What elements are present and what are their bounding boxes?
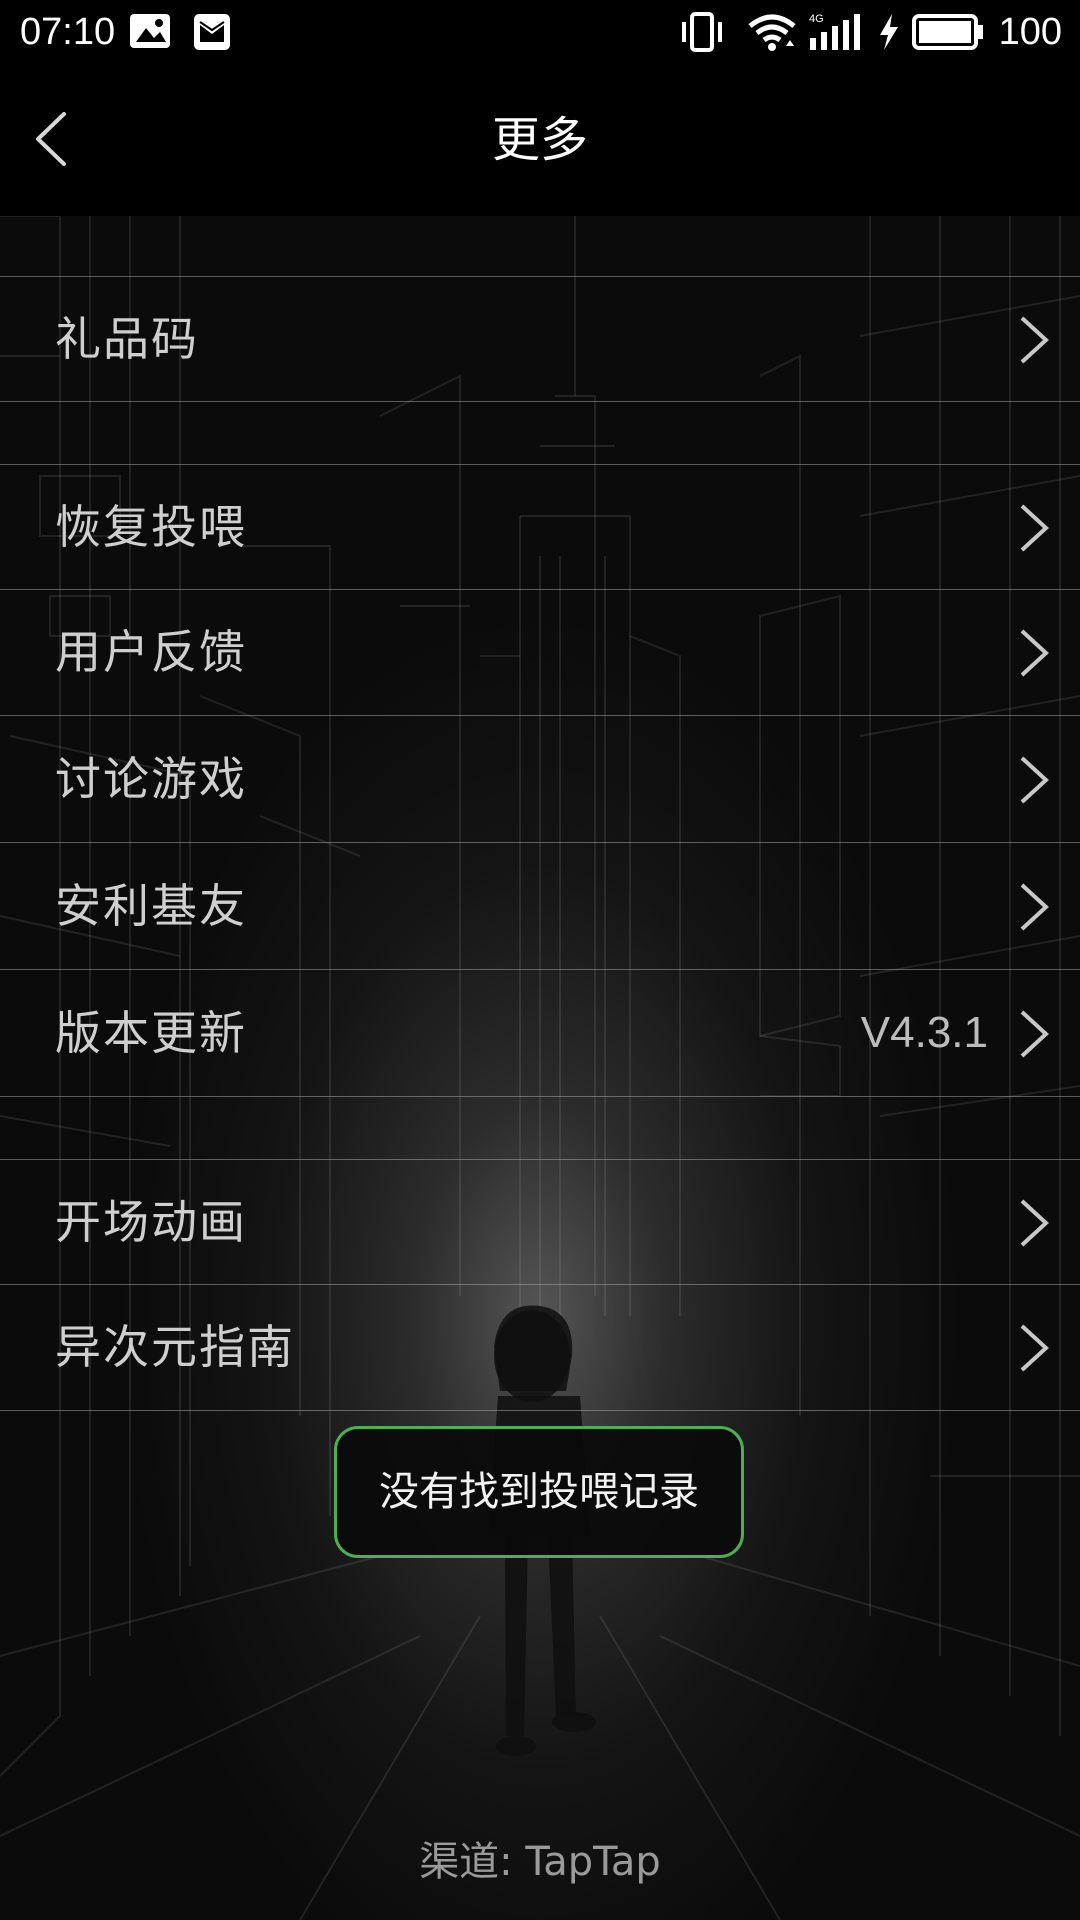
content-area: 礼品码 恢复投喂 用户反馈 讨论游戏 安利基友 版本更新 V4.3.1 开场动画 <box>0 216 1080 1920</box>
signal-4g-icon: 4G <box>809 13 860 50</box>
chevron-right-icon <box>1020 883 1049 931</box>
menu-item-restore-purchase[interactable]: 恢复投喂 <box>0 464 1080 590</box>
chevron-right-icon <box>1020 756 1049 804</box>
menu-item-label: 恢复投喂 <box>55 500 247 554</box>
menu-item-label: 讨论游戏 <box>55 752 247 806</box>
menu-item-opening-animation[interactable]: 开场动画 <box>0 1159 1080 1285</box>
status-bar: 07:10 4G 100 <box>0 0 1080 64</box>
chevron-right-icon <box>1020 1199 1049 1247</box>
menu-item-recommend-friend[interactable]: 安利基友 <box>0 844 1080 970</box>
menu-item-discuss-game[interactable]: 讨论游戏 <box>0 717 1080 843</box>
menu-item-dimension-guide[interactable]: 异次元指南 <box>0 1285 1080 1411</box>
channel-label: 渠道: TapTap <box>419 1839 661 1885</box>
menu-item-label: 安利基友 <box>55 879 247 933</box>
menu-item-label: 开场动画 <box>55 1195 247 1249</box>
version-value: V4.3.1 <box>860 1008 988 1057</box>
menu-item-label: 用户反馈 <box>55 625 247 679</box>
menu-item-gift-code[interactable]: 礼品码 <box>0 276 1080 402</box>
vibrate-icon <box>682 12 722 52</box>
menu-item-label: 版本更新 <box>55 1006 247 1060</box>
app-header: 更多 <box>0 64 1080 216</box>
page-title: 更多 <box>491 112 588 168</box>
chevron-right-icon <box>1020 1324 1049 1372</box>
image-notification-icon <box>130 14 170 48</box>
menu-item-version-update[interactable]: 版本更新 V4.3.1 <box>0 971 1080 1097</box>
chevron-right-icon <box>1020 316 1049 364</box>
mail-notification-icon <box>194 14 230 50</box>
toast-message: 没有找到投喂记录 <box>334 1426 744 1558</box>
wifi-icon <box>748 14 796 51</box>
menu-item-label: 异次元指南 <box>55 1320 295 1374</box>
charging-icon <box>880 14 898 50</box>
menu-item-label: 礼品码 <box>55 312 199 366</box>
notification-icons <box>130 14 230 50</box>
status-time: 07:10 <box>20 11 116 53</box>
chevron-right-icon <box>1020 504 1049 552</box>
battery-percent: 100 <box>998 11 1062 53</box>
menu-item-user-feedback[interactable]: 用户反馈 <box>0 590 1080 716</box>
chevron-right-icon <box>1020 1010 1049 1058</box>
more-screen: 07:10 4G 100 更多 礼品码 恢复投喂 用户反馈 讨论游戏 安利基友 … <box>0 0 1080 1920</box>
svg-text:4G: 4G <box>809 13 824 25</box>
battery-icon <box>912 14 983 50</box>
chevron-right-icon <box>1020 629 1049 677</box>
status-right: 4G 100 <box>682 8 1062 56</box>
